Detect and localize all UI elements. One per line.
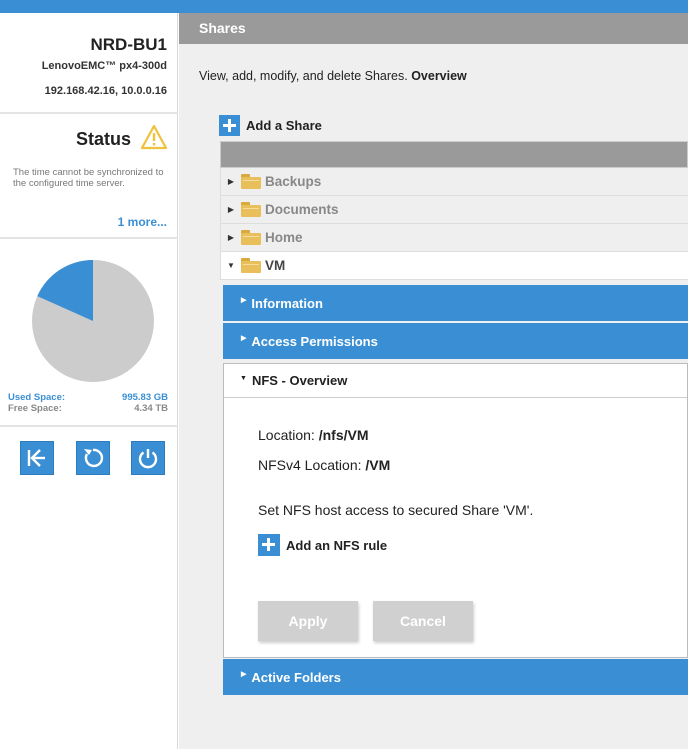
page-title: Shares xyxy=(179,13,688,44)
expand-caret-icon: ▶ xyxy=(227,177,235,186)
section-title: Information xyxy=(251,295,323,311)
storage-pie-chart xyxy=(32,260,154,382)
active-folders-header[interactable]: ▶ Active Folders xyxy=(223,659,688,695)
shares-list: ▶ Backups ▶ Documents ▶ Home ▼ VM xyxy=(220,141,688,280)
nfs-overview-section: ▼ NFS - Overview Location: /nfs/VM NFSv4 … xyxy=(223,363,688,658)
expand-caret-icon: ▶ xyxy=(241,671,247,678)
folder-icon xyxy=(241,230,261,245)
used-space-label: Used Space: xyxy=(8,392,66,403)
information-section[interactable]: ▶ Information xyxy=(223,285,688,321)
nfs-location: Location: /nfs/VM xyxy=(258,427,369,443)
add-icon xyxy=(219,115,240,136)
expand-caret-icon: ▶ xyxy=(241,297,247,304)
share-row-documents[interactable]: ▶ Documents xyxy=(220,196,688,224)
section-title: Active Folders xyxy=(251,669,341,685)
share-name: Backups xyxy=(265,174,322,189)
divider xyxy=(0,425,178,427)
divider xyxy=(0,112,178,114)
free-space-row: Free Space: 4.34 TB xyxy=(8,403,168,414)
add-nfs-rule-label: Add an NFS rule xyxy=(286,537,388,553)
shares-list-header xyxy=(220,141,688,168)
more-status-link[interactable]: 1 more... xyxy=(118,215,167,229)
nfsv4-value: /VM xyxy=(365,457,391,473)
expand-caret-icon: ▶ xyxy=(227,205,235,214)
share-name: Documents xyxy=(265,202,339,217)
collapse-caret-icon: ▼ xyxy=(240,375,247,382)
expand-caret-icon: ▶ xyxy=(241,335,247,342)
device-name: NRD-BU1 xyxy=(90,35,168,54)
share-name: VM xyxy=(265,258,286,273)
top-accent-bar xyxy=(0,0,688,13)
active-folders-section[interactable]: ▶ Active Folders xyxy=(223,659,688,695)
section-title: NFS - Overview xyxy=(251,373,348,388)
power-icon xyxy=(138,449,158,469)
warning-icon[interactable] xyxy=(140,124,168,150)
restart-icon xyxy=(84,448,104,468)
access-permissions-section[interactable]: ▶ Access Permissions xyxy=(223,323,688,359)
used-space-row: Used Space: 995.83 GB xyxy=(8,392,168,403)
share-name: Home xyxy=(265,230,303,245)
location-label: Location: xyxy=(258,427,315,443)
apply-button[interactable]: Apply xyxy=(258,601,358,641)
status-message: The time cannot be synchronized to the c… xyxy=(13,167,164,189)
restart-button[interactable] xyxy=(76,441,110,475)
share-row-home[interactable]: ▶ Home xyxy=(220,224,688,252)
nfs-overview-header[interactable]: ▼ NFS - Overview xyxy=(224,364,687,398)
add-share-label: Add a Share xyxy=(246,118,322,133)
share-row-backups[interactable]: ▶ Backups xyxy=(220,168,688,196)
status-title: Status xyxy=(75,129,131,149)
divider xyxy=(0,237,178,239)
folder-icon xyxy=(241,174,261,189)
add-share-button[interactable]: Add a Share xyxy=(219,115,322,136)
device-ip: 192.168.42.16, 10.0.0.16 xyxy=(44,85,167,97)
main-content: Shares View, add, modify, and delete Sha… xyxy=(179,13,688,749)
cancel-button[interactable]: Cancel xyxy=(373,601,473,641)
collapse-caret-icon: ▼ xyxy=(227,261,235,270)
device-model: LenovoEMC™ px4-300d xyxy=(41,60,167,72)
folder-icon xyxy=(241,202,261,217)
intro-description: View, add, modify, and delete Shares. xyxy=(199,69,408,83)
access-permissions-header[interactable]: ▶ Access Permissions xyxy=(223,323,688,359)
secure-share-text: Set NFS host access to secured Share 'VM… xyxy=(258,502,534,518)
nfsv4-label: NFSv4 Location: xyxy=(258,457,362,473)
share-row-vm[interactable]: ▼ VM xyxy=(220,252,688,280)
location-value: /nfs/VM xyxy=(318,427,369,443)
information-header[interactable]: ▶ Information xyxy=(223,285,688,321)
section-title: Access Permissions xyxy=(251,333,378,349)
eject-button[interactable] xyxy=(20,441,54,475)
free-space-label: Free Space: xyxy=(8,403,62,414)
back-arrow-icon xyxy=(27,449,45,467)
expand-caret-icon: ▶ xyxy=(227,233,235,242)
power-button[interactable] xyxy=(131,441,165,475)
add-nfs-rule-button[interactable]: Add an NFS rule xyxy=(258,534,387,556)
add-icon xyxy=(258,534,280,556)
intro-text: View, add, modify, and delete Shares. Ov… xyxy=(199,69,467,83)
used-space-value: 995.83 GB xyxy=(122,392,168,403)
nfsv4-location: NFSv4 Location: /VM xyxy=(258,457,390,473)
sidebar: NRD-BU1 LenovoEMC™ px4-300d 192.168.42.1… xyxy=(0,13,178,749)
overview-link[interactable]: Overview xyxy=(411,69,467,83)
free-space-value: 4.34 TB xyxy=(134,403,168,414)
folder-icon xyxy=(241,258,261,273)
